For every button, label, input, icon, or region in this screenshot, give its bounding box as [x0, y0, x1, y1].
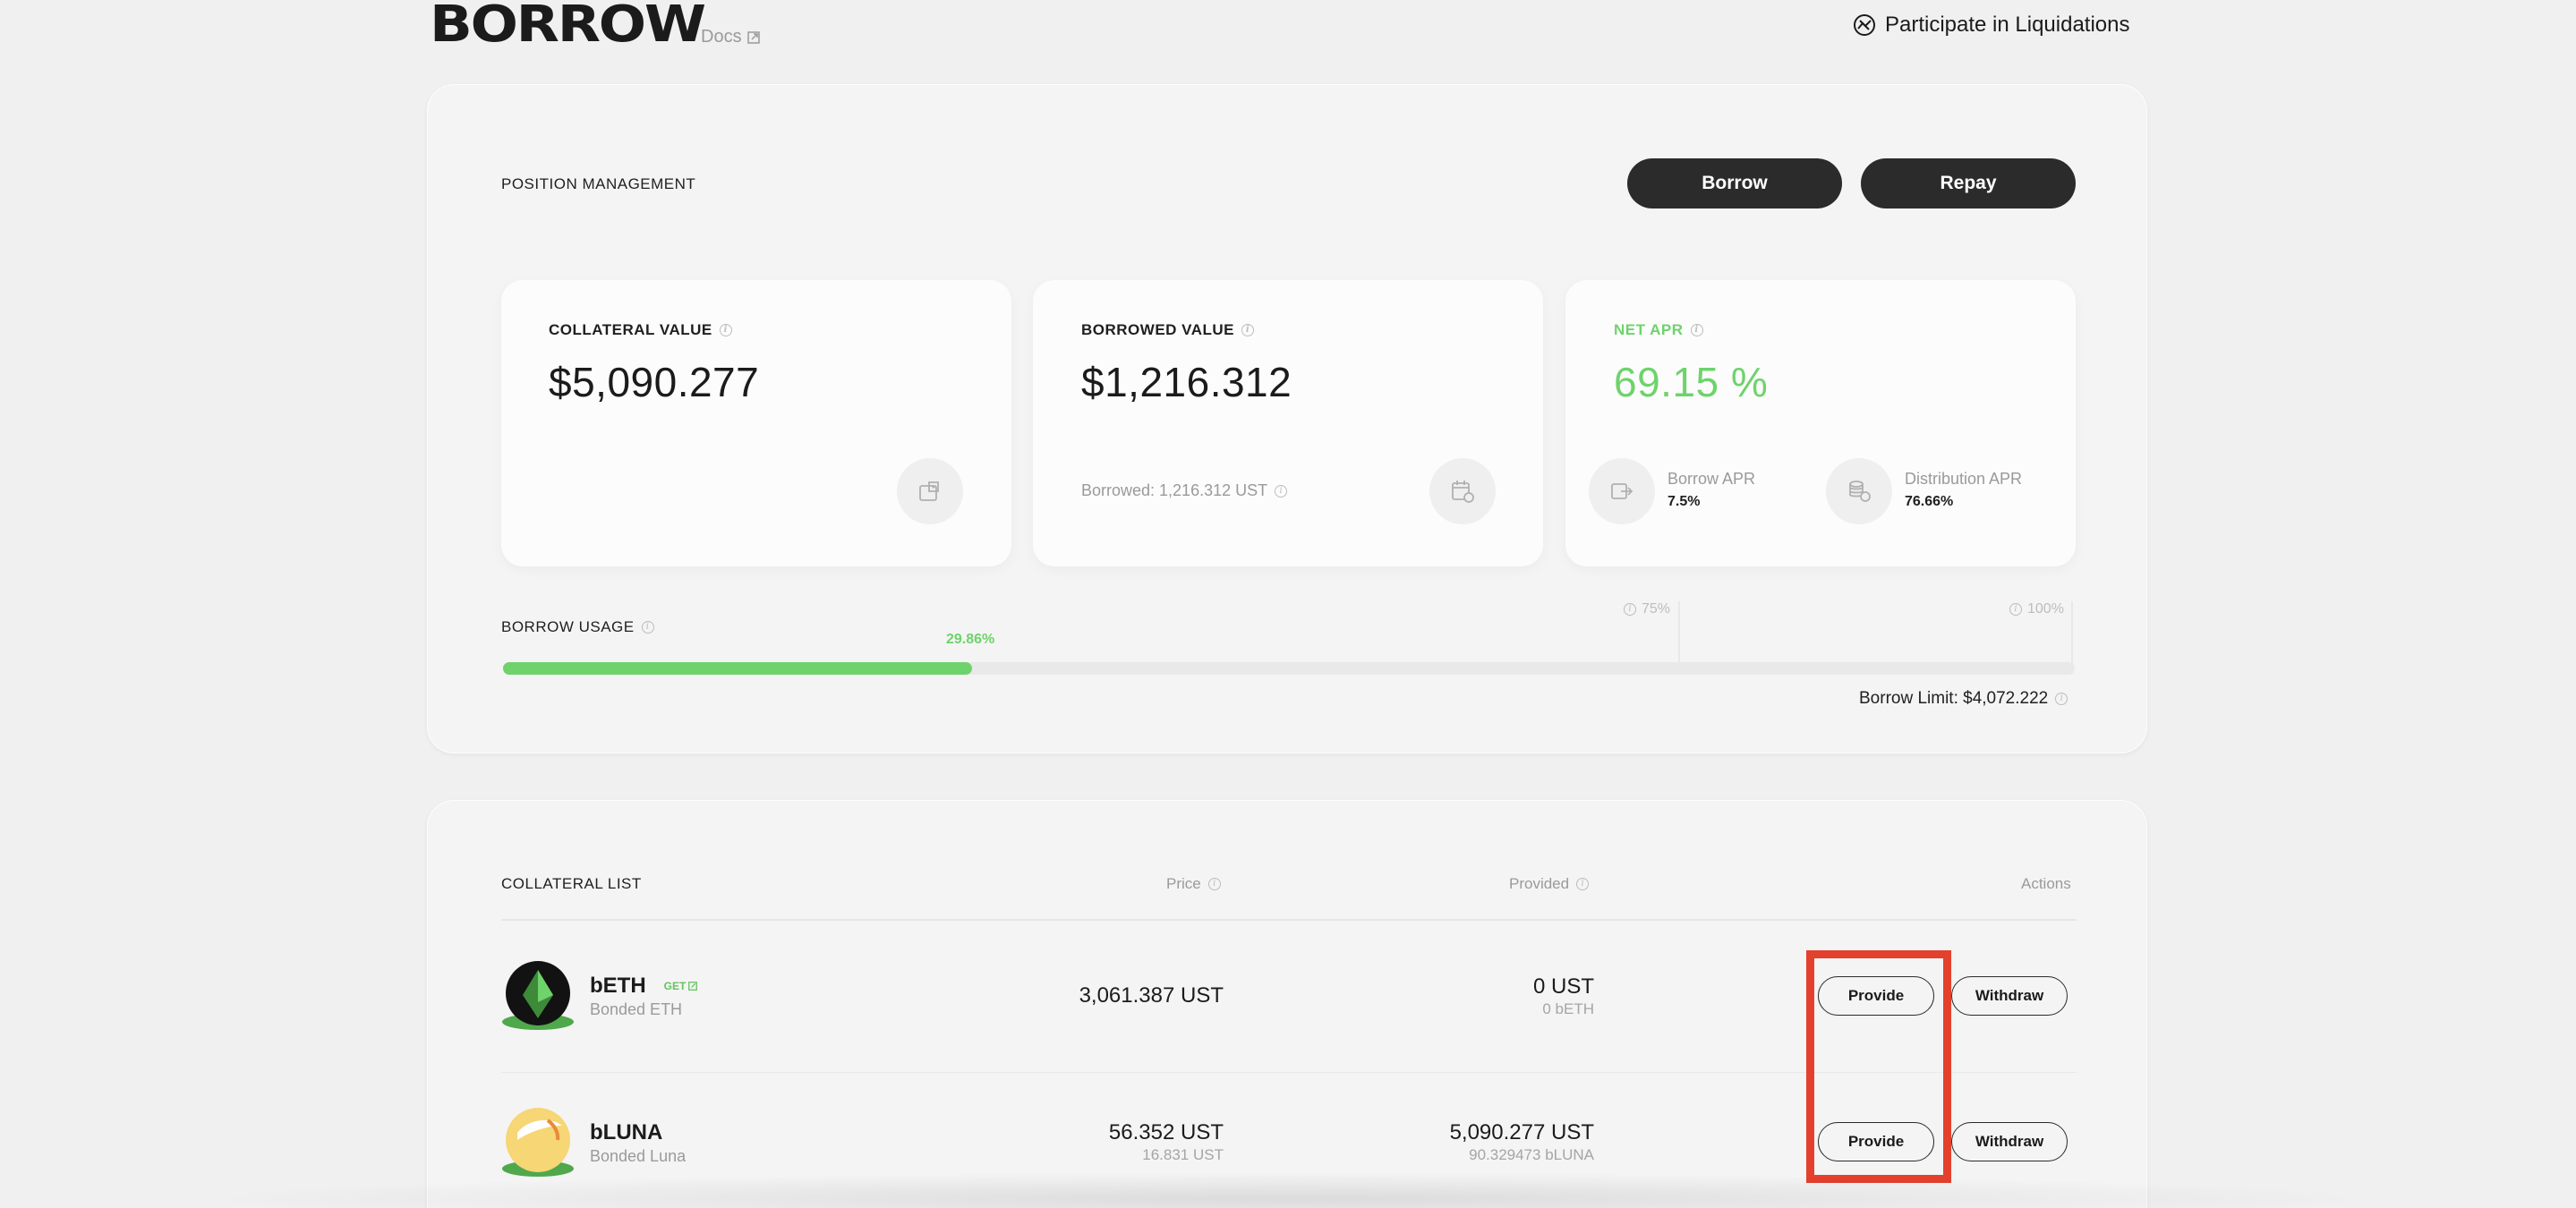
coins-icon	[1849, 481, 1871, 502]
borrowed-value-title: BORROWED VALUE i	[1081, 321, 1255, 339]
borrowed-value: $1,216.312	[1081, 359, 1292, 405]
info-icon[interactable]: i	[1576, 878, 1590, 890]
tick-75-line	[1678, 601, 1680, 664]
distribution-apr-value: 76.66%	[1905, 494, 1954, 509]
page-title: BORROW	[430, 0, 706, 54]
highlight-box	[1806, 950, 1951, 1183]
beth-withdraw-button[interactable]: Withdraw	[1951, 976, 2068, 1016]
tick-75-label: i 75%	[1624, 601, 1670, 617]
bluna-info: bLUNA Bonded Luna	[590, 1120, 686, 1166]
bluna-name: bLUNA	[590, 1120, 663, 1144]
beth-subtitle: Bonded ETH	[590, 1000, 683, 1018]
borrow-apr-block: Borrow APR 7.5%	[1668, 470, 1755, 510]
wallet-icon	[919, 481, 939, 501]
info-icon[interactable]: i	[2055, 693, 2068, 705]
liquidation-icon	[1854, 14, 1875, 36]
distribution-apr-icon	[1826, 458, 1892, 524]
beth-provided: 0 UST 0 bETH	[1532, 974, 1594, 1017]
distribution-apr-block: Distribution APR 76.66%	[1905, 470, 2022, 510]
collateral-value-title: COLLATERAL VALUE i	[549, 321, 732, 339]
bluna-subtitle: Bonded Luna	[590, 1147, 687, 1165]
borrow-button[interactable]: Borrow	[1627, 158, 1842, 208]
external-link-icon	[746, 30, 760, 44]
liquidations-label: Participate in Liquidations	[1885, 13, 2130, 37]
header-divider	[501, 919, 2077, 921]
borrow-usage-label: BORROW USAGE i	[501, 618, 654, 636]
borrow-apr-icon	[1589, 458, 1655, 524]
bluna-price: 56.352 UST 16.831 UST	[1108, 1120, 1224, 1163]
info-icon[interactable]: i	[719, 324, 732, 336]
distribution-apr-label: Distribution APR	[1905, 470, 2023, 488]
repay-button[interactable]: Repay	[1861, 158, 2076, 208]
tick-100-line	[2071, 601, 2073, 664]
participate-liquidations-link[interactable]: Participate in Liquidations	[1853, 13, 2130, 38]
collateral-list-title: COLLATERAL LIST	[501, 875, 642, 892]
beth-price: 3,061.387 UST	[1079, 983, 1224, 1008]
bottom-shadow	[188, 1172, 2390, 1208]
net-apr-value: 69.15 %	[1614, 359, 1769, 405]
tick-100-label: i 100%	[2009, 601, 2064, 617]
docs-label: Docs	[701, 27, 742, 47]
bluna-token-icon	[501, 1106, 575, 1179]
info-icon[interactable]: i	[1690, 324, 1703, 336]
position-management-label: POSITION MANAGEMENT	[501, 175, 696, 192]
beth-name: bETH	[590, 974, 646, 998]
bluna-withdraw-button[interactable]: Withdraw	[1951, 1122, 2068, 1161]
borrowed-amount-text: Borrowed: 1,216.312 UST i	[1081, 481, 1288, 500]
borrow-apr-label: Borrow APR	[1668, 470, 1756, 488]
net-apr-title: NET APR i	[1614, 321, 1703, 339]
beth-token-icon	[501, 959, 575, 1033]
provided-column-header: Provided i	[1509, 875, 1590, 893]
info-icon[interactable]: i	[1275, 484, 1288, 498]
borrow-usage-fill	[503, 662, 972, 675]
collateral-value: $5,090.277	[549, 359, 760, 405]
calendar-icon	[1452, 481, 1474, 503]
get-beth-link[interactable]: GET	[664, 980, 698, 992]
info-icon[interactable]: i	[2009, 603, 2022, 616]
info-icon[interactable]: i	[641, 621, 654, 634]
borrow-limit-text: Borrow Limit: $4,072.222 i	[1859, 689, 2068, 709]
collateral-icon	[897, 458, 963, 524]
info-icon[interactable]: i	[1207, 878, 1221, 890]
actions-column-header: Actions	[2021, 875, 2071, 892]
external-link-icon	[688, 982, 698, 991]
borrow-apr-value: 7.5%	[1668, 494, 1701, 509]
info-icon[interactable]: i	[1241, 324, 1255, 336]
docs-link[interactable]: Docs	[701, 27, 760, 47]
bluna-provided: 5,090.277 UST 90.329473 bLUNA	[1449, 1120, 1594, 1163]
beth-info: bETH GET Bonded ETH	[590, 974, 698, 1019]
price-column-header: Price i	[1166, 875, 1221, 893]
borrowed-icon	[1429, 458, 1496, 524]
borrow-usage-percent: 29.86%	[946, 632, 995, 647]
transfer-icon	[1611, 483, 1633, 499]
info-icon[interactable]: i	[1624, 603, 1636, 616]
